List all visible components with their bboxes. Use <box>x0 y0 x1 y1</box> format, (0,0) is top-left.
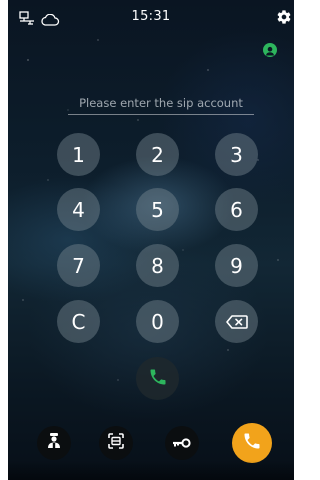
dialer-screen: 15:31 1 2 3 4 5 6 7 8 9 C 0 <box>8 0 294 480</box>
key-5[interactable]: 5 <box>136 188 179 231</box>
key-7[interactable]: 7 <box>57 244 100 287</box>
background-stars <box>8 0 294 480</box>
key-8[interactable]: 8 <box>136 244 179 287</box>
backspace-button[interactable] <box>215 300 258 343</box>
scan-button[interactable] <box>99 426 133 460</box>
unlock-button[interactable] <box>165 426 199 460</box>
sip-account-input[interactable] <box>68 92 254 115</box>
call-button[interactable] <box>136 357 179 400</box>
scan-icon <box>108 433 124 453</box>
answer-call-button[interactable] <box>232 423 272 463</box>
gear-icon[interactable] <box>276 9 292 25</box>
key-3[interactable]: 3 <box>215 133 258 176</box>
key-0[interactable]: 0 <box>136 300 179 343</box>
doorman-button[interactable] <box>37 426 71 460</box>
phone-icon <box>242 431 262 455</box>
key-clear[interactable]: C <box>57 300 100 343</box>
key-9[interactable]: 9 <box>215 244 258 287</box>
bottom-toolbar <box>8 418 294 466</box>
key-icon <box>172 434 192 453</box>
status-time: 15:31 <box>131 9 171 24</box>
key-4[interactable]: 4 <box>57 188 100 231</box>
key-1[interactable]: 1 <box>57 133 100 176</box>
key-2[interactable]: 2 <box>136 133 179 176</box>
bottom-shade <box>8 460 294 480</box>
key-6[interactable]: 6 <box>215 188 258 231</box>
backspace-icon <box>225 310 248 334</box>
phone-icon <box>148 367 168 391</box>
doorman-icon <box>46 432 62 454</box>
person-icon[interactable] <box>263 43 277 57</box>
